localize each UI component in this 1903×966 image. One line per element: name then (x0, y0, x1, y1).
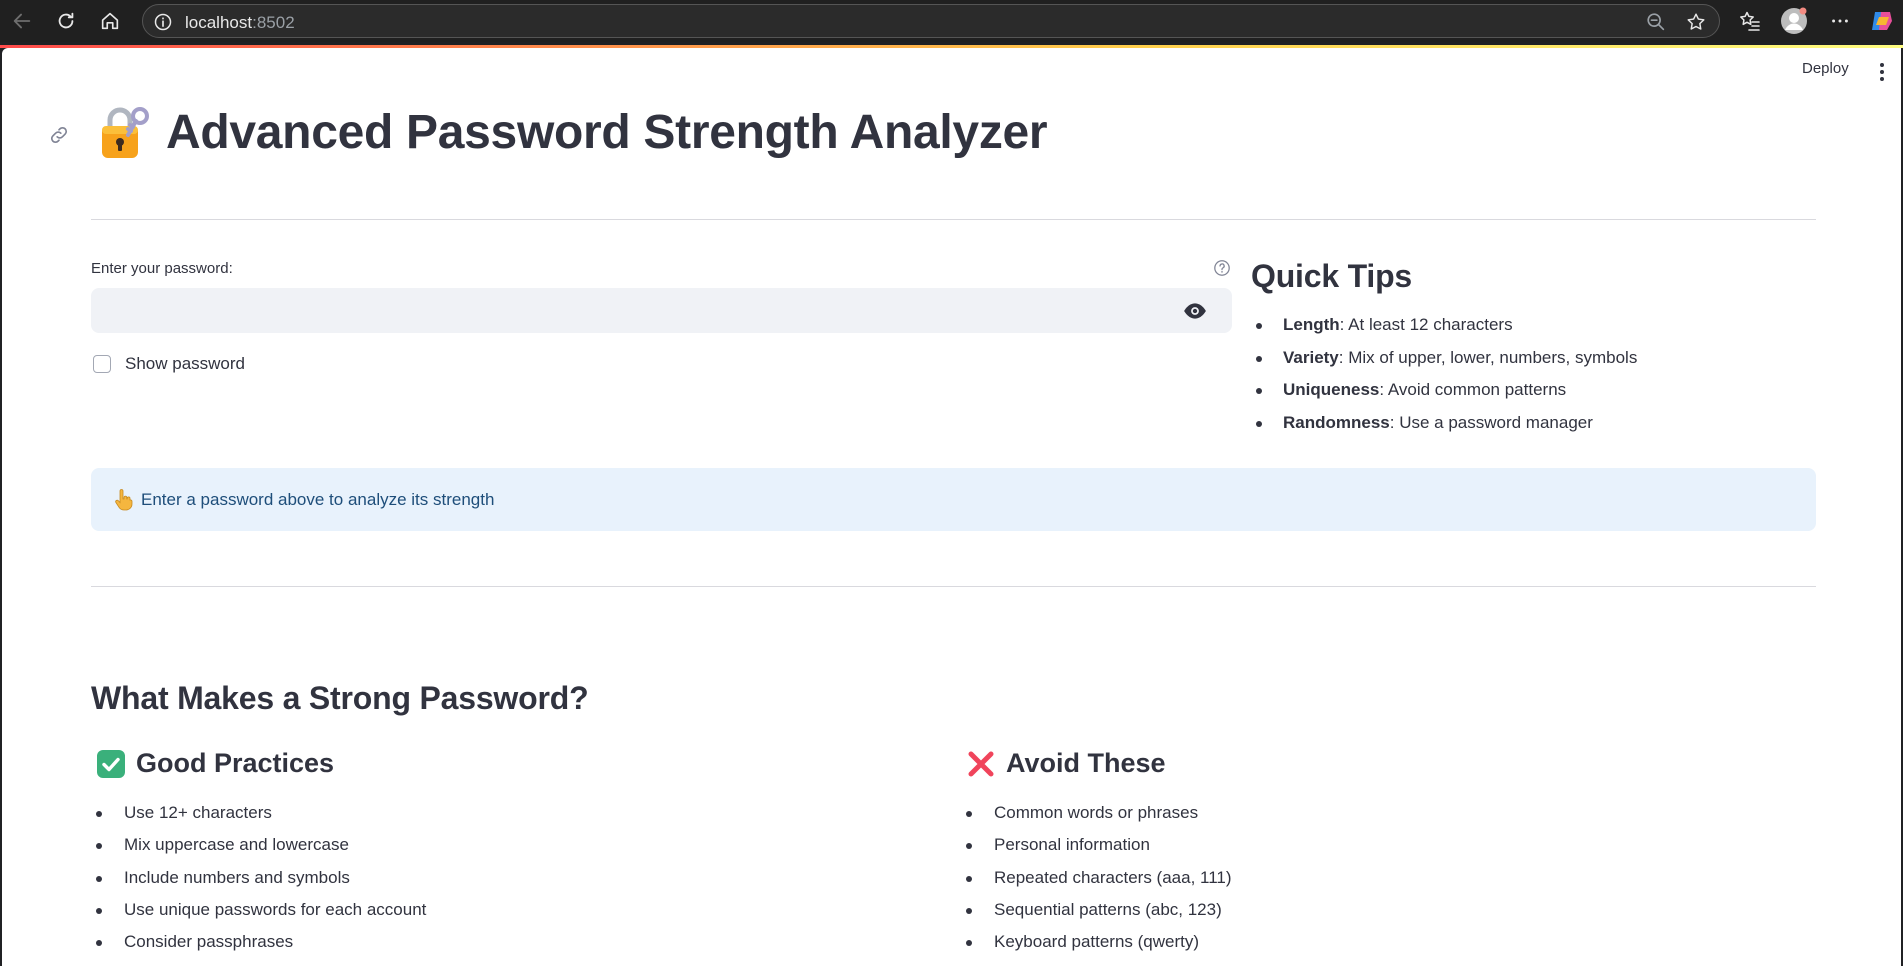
favorites-list-icon (1740, 11, 1760, 31)
info-icon[interactable] (153, 12, 173, 32)
divider (91, 586, 1816, 587)
tip-key: Variety (1283, 347, 1339, 367)
avoid-these-column: Avoid These Common words or phrases Pers… (961, 748, 1661, 958)
url-text[interactable]: localhost:8502 (185, 13, 295, 33)
password-label: Enter your password: (91, 260, 233, 277)
profile-button[interactable] (1780, 7, 1808, 35)
tip-text: : Use a password manager (1389, 412, 1593, 432)
streamlit-app: Deploy Advanced Password Strength Analyz… (2, 48, 1901, 966)
address-bar[interactable]: localhost:8502 (142, 4, 1720, 38)
title-row: Advanced Password Strength Analyzer (98, 104, 1048, 160)
url-port: :8502 (252, 13, 295, 32)
pointing-up-hand-icon (115, 488, 133, 510)
list-item: Variety: Mix of upper, lower, numbers, s… (1251, 342, 1811, 375)
locked-with-key-icon (102, 107, 149, 158)
show-password-eye-icon[interactable] (1182, 298, 1208, 324)
home-button[interactable] (92, 3, 128, 39)
anchor-link-icon[interactable] (48, 124, 70, 146)
list-item: Repeated characters (aaa, 111) (961, 862, 1661, 894)
avoid-these-title: Avoid These (1006, 748, 1166, 778)
url-host: localhost (185, 13, 253, 32)
quick-tips-panel: Quick Tips Length: At least 12 character… (1251, 258, 1811, 439)
list-item: Randomness: Use a password manager (1251, 407, 1811, 440)
list-item: Mix uppercase and lowercase (91, 829, 791, 861)
tip-text: : Mix of upper, lower, numbers, symbols (1338, 347, 1638, 367)
good-practices-column: Good Practices Use 12+ characters Mix up… (91, 748, 791, 958)
password-input[interactable] (91, 288, 1232, 333)
check-mark-icon (97, 749, 125, 778)
help-tooltip-icon[interactable] (1213, 259, 1231, 277)
browser-toolbar: localhost:8502 (0, 0, 1903, 42)
info-alert: Enter a password above to analyze its st… (91, 468, 1816, 531)
list-item: Uniqueness: Avoid common patterns (1251, 374, 1811, 407)
avoid-these-header: Avoid These (961, 748, 1661, 779)
list-item: Common words or phrases (961, 797, 1661, 829)
favorite-star-icon[interactable] (1685, 11, 1707, 33)
more-options-button[interactable] (1826, 7, 1854, 35)
good-practices-title: Good Practices (136, 748, 335, 778)
page-title: Advanced Password Strength Analyzer (166, 105, 1048, 159)
avatar-icon (1781, 7, 1807, 34)
tip-text: : At least 12 characters (1339, 315, 1513, 334)
checkbox-box[interactable] (93, 355, 111, 373)
avoid-these-list: Common words or phrases Personal informa… (961, 797, 1661, 958)
good-practices-list: Use 12+ characters Mix uppercase and low… (91, 797, 791, 958)
quick-tips-list: Length: At least 12 characters Variety: … (1251, 309, 1811, 439)
back-button[interactable] (4, 3, 40, 39)
show-password-checkbox[interactable]: Show password (93, 354, 245, 374)
deploy-button[interactable]: Deploy (1802, 60, 1849, 77)
quick-tips-title: Quick Tips (1251, 258, 1413, 294)
tip-key: Randomness (1283, 412, 1390, 432)
arrow-left-icon (13, 13, 31, 29)
reload-icon (58, 12, 74, 29)
tip-key: Uniqueness (1283, 380, 1380, 399)
list-item: Sequential patterns (abc, 123) (961, 894, 1661, 926)
list-item: Length: At least 12 characters (1251, 309, 1811, 342)
ellipsis-icon (1832, 19, 1848, 23)
info-text: Enter a password above to analyze its st… (141, 489, 495, 509)
show-password-label: Show password (125, 354, 246, 373)
copilot-icon (1872, 12, 1892, 30)
tip-key: Length (1283, 315, 1340, 334)
zoom-out-icon[interactable] (1645, 11, 1667, 33)
list-item: Include numbers and symbols (91, 862, 791, 894)
copilot-button[interactable] (1868, 7, 1896, 35)
tip-text: : Avoid common patterns (1379, 380, 1567, 399)
favorites-button[interactable] (1736, 7, 1764, 35)
main-menu-icon[interactable] (1878, 62, 1886, 82)
divider (91, 219, 1816, 220)
list-item: Keyboard patterns (qwerty) (961, 926, 1661, 958)
home-icon (101, 12, 119, 30)
list-item: Use unique passwords for each account (91, 894, 791, 926)
reload-button[interactable] (48, 3, 84, 39)
section-title: What Makes a Strong Password? (91, 680, 589, 716)
good-practices-header: Good Practices (91, 748, 791, 779)
list-item: Consider passphrases (91, 926, 791, 958)
list-item: Personal information (961, 829, 1661, 861)
cross-mark-icon (968, 751, 994, 776)
list-item: Use 12+ characters (91, 797, 791, 829)
